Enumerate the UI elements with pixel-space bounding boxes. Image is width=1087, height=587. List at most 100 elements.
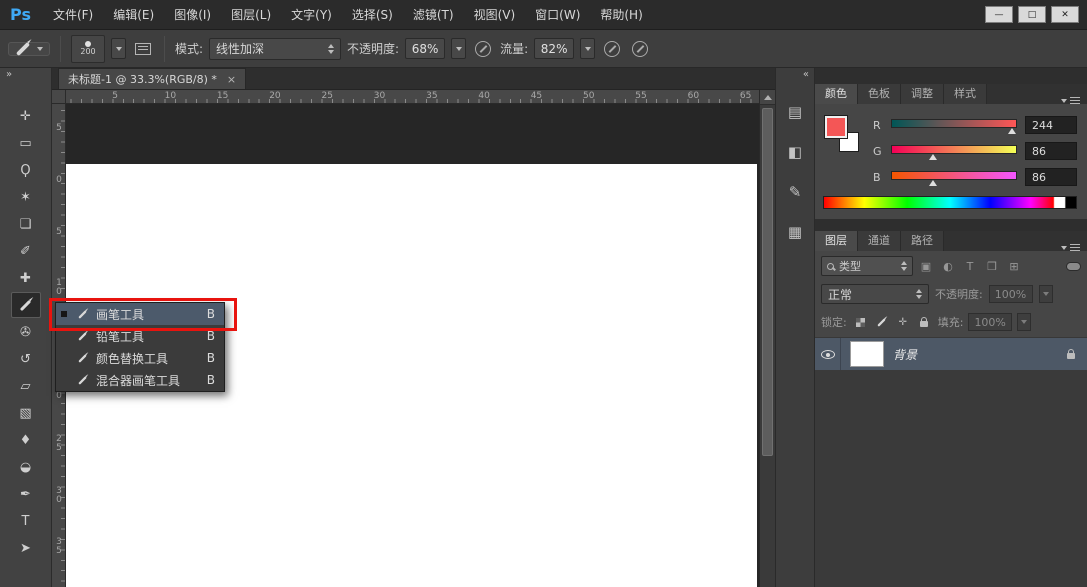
panel-tab[interactable]: 颜色 <box>815 84 858 104</box>
flow-field[interactable]: 82% <box>534 38 574 59</box>
menu-item[interactable]: 图像(I) <box>164 0 221 29</box>
layer-row[interactable]: 背景 <box>815 338 1087 370</box>
menu-item[interactable]: 帮助(H) <box>590 0 652 29</box>
layer-thumbnail[interactable] <box>850 341 884 367</box>
brush-presets-panel-icon[interactable]: ✎ <box>782 180 808 204</box>
menu-item[interactable]: 文字(Y) <box>281 0 342 29</box>
lock-all-icon <box>920 321 928 327</box>
flyout-item[interactable]: 铅笔工具B <box>56 325 224 347</box>
type-layer-filter-icon[interactable]: T <box>960 257 980 275</box>
airbrush-button[interactable] <box>601 38 623 60</box>
lock-pixels-icon[interactable] <box>873 314 891 330</box>
minimize-button[interactable]: — <box>985 6 1013 23</box>
panel-menu-button[interactable] <box>1054 244 1087 251</box>
type-tool[interactable]: T <box>11 508 41 534</box>
menu-bar: 文件(F)编辑(E)图像(I)图层(L)文字(Y)选择(S)滤镜(T)视图(V)… <box>43 0 653 29</box>
menu-item[interactable]: 滤镜(T) <box>403 0 464 29</box>
panel-tab[interactable]: 调整 <box>901 84 944 104</box>
scrollbar-thumb[interactable] <box>762 108 773 456</box>
flow-dropdown-button[interactable] <box>580 38 595 59</box>
adjustment-layer-filter-icon[interactable]: ◐ <box>938 257 958 275</box>
panel-tab[interactable]: 图层 <box>815 231 858 251</box>
ruler-digit: 0 <box>54 288 64 297</box>
color-spectrum-ramp[interactable] <box>823 196 1077 209</box>
history-panel-icon[interactable]: ▤ <box>782 100 808 124</box>
flyout-item[interactable]: 画笔工具B <box>56 303 224 325</box>
channel-value-field[interactable]: 244 <box>1025 116 1077 134</box>
menu-item[interactable]: 选择(S) <box>342 0 403 29</box>
blur-tool[interactable]: ♦ <box>11 427 41 453</box>
lock-all-icon[interactable] <box>915 314 933 330</box>
eyedropper-tool[interactable]: ✐ <box>11 238 41 264</box>
menu-item[interactable]: 编辑(E) <box>103 0 164 29</box>
scroll-up-button[interactable] <box>760 90 775 105</box>
panel-tab[interactable]: 色板 <box>858 84 901 104</box>
layer-visibility-toggle[interactable] <box>815 338 841 370</box>
group-filter-icon[interactable]: ❒ <box>982 257 1002 275</box>
healing-brush-tool[interactable]: ✚ <box>11 265 41 291</box>
layer-blend-mode-select[interactable]: 正常 <box>821 284 929 304</box>
color-channels: R244G86B86 <box>873 114 1077 186</box>
document-tab-bar: 未标题-1 @ 33.3%(RGB/8) * × <box>52 68 775 90</box>
panel-tab[interactable]: 通道 <box>858 231 901 251</box>
lock-transparency-icon[interactable] <box>852 314 870 330</box>
menu-item[interactable]: 窗口(W) <box>525 0 590 29</box>
brush-preset-dropdown-button[interactable] <box>111 38 126 59</box>
panel-tab[interactable]: 路径 <box>901 231 944 251</box>
pressure-size-button[interactable] <box>629 38 651 60</box>
history-brush-tool[interactable]: ↺ <box>11 346 41 372</box>
dodge-tool[interactable]: ◒ <box>11 454 41 480</box>
quick-selection-tool-icon: ✶ <box>20 190 31 205</box>
channel-slider-thumb[interactable] <box>929 180 937 186</box>
layer-filter-toggle[interactable] <box>1066 262 1081 271</box>
lock-position-icon[interactable]: ✛ <box>894 314 912 330</box>
tool-preset-picker[interactable] <box>8 42 50 56</box>
panel-tab[interactable]: 样式 <box>944 84 987 104</box>
close-button[interactable]: ✕ <box>1051 6 1079 23</box>
channel-value-field[interactable]: 86 <box>1025 168 1077 186</box>
properties-panel-icon[interactable]: ◧ <box>782 140 808 164</box>
eraser-tool[interactable]: ▱ <box>11 373 41 399</box>
channel-slider[interactable] <box>891 169 1017 185</box>
layer-filter-kind-select[interactable]: 类型 <box>821 256 913 276</box>
toolbar-collapse-button[interactable]: » <box>0 68 51 84</box>
foreground-color-swatch[interactable] <box>825 116 847 138</box>
panels-collapse-button[interactable]: « <box>776 68 814 84</box>
gradient-tool[interactable]: ▧ <box>11 400 41 426</box>
menu-item[interactable]: 图层(L) <box>221 0 281 29</box>
move-tool-icon: ✛ <box>20 109 31 124</box>
pressure-opacity-button[interactable] <box>472 38 494 60</box>
channel-slider-thumb[interactable] <box>1008 128 1016 134</box>
brush-tool[interactable] <box>11 292 41 318</box>
rectangular-marquee-tool[interactable]: ▭ <box>11 130 41 156</box>
flyout-item[interactable]: 混合器画笔工具B <box>56 369 224 391</box>
pixel-layer-filter-icon[interactable]: ▣ <box>916 257 936 275</box>
pen-tool[interactable]: ✒ <box>11 481 41 507</box>
menu-item[interactable]: 视图(V) <box>464 0 526 29</box>
vertical-scrollbar[interactable] <box>759 90 775 587</box>
toggle-brush-panel-button[interactable] <box>132 38 154 60</box>
ruler-tick-label: 30 <box>54 487 64 505</box>
blend-mode-select[interactable]: 线性加深 <box>209 38 341 60</box>
smart-object-filter-icon[interactable]: ⊞ <box>1004 257 1024 275</box>
quick-selection-tool[interactable]: ✶ <box>11 184 41 210</box>
close-icon[interactable]: × <box>227 73 236 86</box>
path-selection-tool[interactable]: ➤ <box>11 535 41 561</box>
menu-item[interactable]: 文件(F) <box>43 0 103 29</box>
channel-slider-thumb[interactable] <box>929 154 937 160</box>
crop-tool[interactable]: ❏ <box>11 211 41 237</box>
move-tool[interactable]: ✛ <box>11 103 41 129</box>
panel-menu-button[interactable] <box>1054 97 1087 104</box>
opacity-dropdown-button[interactable] <box>451 38 466 59</box>
clone-stamp-tool[interactable]: ✇ <box>11 319 41 345</box>
maximize-button[interactable]: □ <box>1018 6 1046 23</box>
document-tab[interactable]: 未标题-1 @ 33.3%(RGB/8) * × <box>58 68 246 89</box>
brush-preset-picker[interactable]: 200 <box>71 35 105 63</box>
flyout-item[interactable]: 颜色替换工具B <box>56 347 224 369</box>
clone-source-panel-icon[interactable]: ▦ <box>782 220 808 244</box>
lasso-tool[interactable]: Ϙ <box>11 157 41 183</box>
opacity-field[interactable]: 68% <box>405 38 445 59</box>
channel-value-field[interactable]: 86 <box>1025 142 1077 160</box>
channel-slider[interactable] <box>891 117 1017 133</box>
channel-slider[interactable] <box>891 143 1017 159</box>
